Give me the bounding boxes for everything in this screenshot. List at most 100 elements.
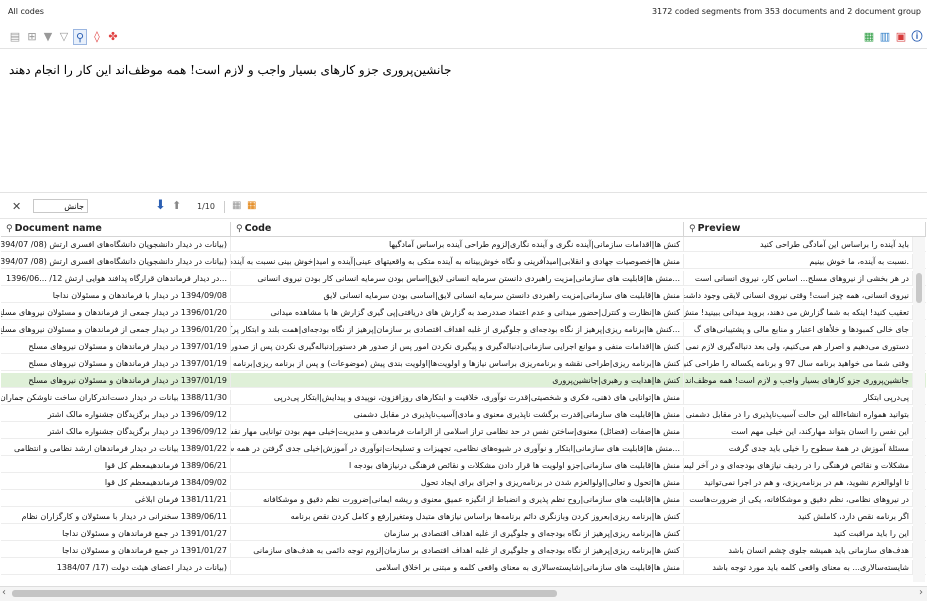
toolbar: ▤ ⊞ ▼ ▽ ⚲ ◊ ✤ ▦ ▥ ▣ ⓘ	[0, 26, 927, 48]
code-cell: کنش ها|برنامه ریزی|پرهیز از نگاه بودجه‌ا…	[231, 526, 684, 541]
table-row[interactable]: 1389/06/11 سخنرانی در دیدار با مسئولان و…	[1, 509, 926, 524]
preview-cell: هدف‌های سازمانی باید همیشه جلوی چشم انسا…	[684, 543, 913, 558]
color-code-icon[interactable]: ◊	[91, 29, 103, 43]
code-cell: منش ها|توانایی های ذهنی، فکری و شخصیتی|ق…	[231, 390, 684, 405]
code-cell: منش ها|تحول و تعالی|اولوالعزم شدن در برن…	[231, 475, 684, 490]
table-row[interactable]: 1396/09/12 در دیدار برگزیدگان جشنواره ما…	[1, 407, 926, 422]
weight-icon[interactable]: ✤	[107, 29, 119, 43]
code-cell: کنش ها|نظارت و کنترل|حضور میدانی و عدم ا…	[231, 305, 684, 320]
document-name-cell: (بیانات در دیدار اعضای هیئت دولت (17/ 13…	[1, 560, 231, 575]
document-name-cell: 1397/01/19 در دیدار فرماندهان و مسئولان …	[1, 339, 231, 354]
table-row[interactable]: 1391/01/27 در جمع فرماندهان و مسئولان ند…	[1, 543, 926, 558]
document-name-cell: 1388/11/30 بیانات در دیدار دست‌اندرکاران…	[1, 390, 231, 405]
table-header: ⚲ Document name ⚲ Code ⚲ Preview	[1, 222, 926, 237]
segment-stats: 3172 coded segments from 353 documents a…	[651, 7, 921, 16]
word-export-icon[interactable]: ▥	[879, 29, 891, 43]
code-cell: کنش ها|هدایت و رهبری|جانشین‌پروری	[231, 373, 684, 388]
code-cell: ...کنش ها|برنامه ریزی|پرهیز از نگاه بودج…	[231, 322, 684, 337]
code-cell: کنش ها|برنامه ریزی|طراحی نقشه و برنامه‌ر…	[231, 356, 684, 371]
document-name-cell: 1389/06/11 سخنرانی در دیدار با مسئولان و…	[1, 509, 231, 524]
search-toggle-icon[interactable]: ⚲	[73, 29, 87, 45]
vertical-scroll-thumb[interactable]	[916, 273, 922, 303]
table-row[interactable]: 1388/11/30 بیانات در دیدار دست‌اندرکاران…	[1, 390, 926, 405]
code-cell: کنش ها|اقدامات سازمانی|آینده نگری و آیند…	[231, 237, 684, 252]
pdf-export-icon[interactable]: ▣	[895, 29, 907, 43]
document-name-cell: 1396/09/12 در دیدار برگزیدگان جشنواره ما…	[1, 424, 231, 439]
preview-cell: در هر بخشی از نیروهای مسلح... اساس کار، …	[684, 271, 913, 286]
document-name-cell: 1397/01/19 در دیدار فرماندهان و مسئولان …	[1, 356, 231, 371]
preview-cell: در نیروهای نظامی، نظم دقیق و موشکافانه، …	[684, 492, 913, 507]
search-input[interactable]	[33, 199, 88, 213]
code-cell: کنش ها|برنامه ریزی|بعروز کردن وبازنگری د…	[231, 509, 684, 524]
preview-cell: این نفس را انسان بتواند مهارکند، این خیل…	[684, 424, 913, 439]
table-row[interactable]: 1397/01/19 در دیدار فرماندهان و مسئولان …	[1, 339, 926, 354]
table-row[interactable]: 1384/09/02 فرماندهیمعظم کل قوا منش ها|تحو…	[1, 475, 926, 490]
code-cell: ...منش ها|قابلیت های سازمانی|ابتکار و نو…	[231, 441, 684, 456]
tag-icon[interactable]: ⊞	[26, 29, 38, 43]
table-row[interactable]: 1381/11/21 فرمان ابلاغی منش ها|قابلیت های…	[1, 492, 926, 507]
document-icon[interactable]: ▤	[9, 29, 21, 43]
document-name-cell: ...در دیدار فرماندهان قرارگاه پدافند هوا…	[1, 271, 231, 286]
code-cell: منش ها|قابلیت های سازمانی|روح نظم پذیری …	[231, 492, 684, 507]
preview-cell: مشکلات و نقائص فرهنگی را در ردیف نیازهای…	[684, 458, 913, 473]
table-row[interactable]: (بیانات در دیدار دانشجویان دانشگاه‌های ا…	[1, 254, 926, 269]
document-name-cell: 1397/01/19 در دیدار فرماندهان و مسئولان …	[1, 373, 231, 388]
code-column-icon: ⚲	[236, 224, 243, 234]
table-row[interactable]: 1396/09/12 در دیدار برگزیدگان جشنواره ما…	[1, 424, 926, 439]
preview-cell: جای خالی کمبودها و خلأهای اعتبار و منابع…	[684, 322, 913, 337]
table-row[interactable]: 1396/01/20 در دیدار جمعی از فرماندهان و …	[1, 305, 926, 320]
filter-settings-icon[interactable]: ▽	[58, 29, 70, 43]
vertical-scrollbar[interactable]	[913, 237, 925, 582]
preview-cell: مسئلهٔ آموزش در همهٔ سطوح را خیلی باید ج…	[684, 441, 913, 456]
document-name-cell: 1389/06/21 فرماندهیمعظم کل قوا	[1, 458, 231, 473]
document-name-cell: (بیانات در دیدار دانشجویان دانشگاه‌های ا…	[1, 254, 231, 269]
code-cell: منش ها|صفات (فضائل) معنوی|ساختن نفس در ح…	[231, 424, 684, 439]
column-header-code[interactable]: ⚲ Code	[231, 222, 684, 236]
code-cell: کنش ها|برنامه ریزی|پرهیز از نگاه بودجه‌ا…	[231, 543, 684, 558]
scroll-right-icon[interactable]: ›	[919, 587, 923, 598]
excel-export-icon[interactable]: ▦	[863, 29, 875, 43]
previous-result-arrow-icon[interactable]: ⬆	[172, 199, 181, 212]
preview-cell: وقتی شما می خواهید برنامه سال 97 و برنام…	[684, 356, 913, 371]
preview-cell: تعقیب کنید! اینکه به شما گزارش می دهند، …	[684, 305, 913, 320]
document-name-cell: (بیانات در دیدار دانشجویان دانشگاه‌های ا…	[1, 237, 231, 252]
table-row[interactable]: 1397/01/19 در دیدار فرماندهان و مسئولان …	[1, 373, 926, 388]
table-row[interactable]: 1389/01/22 بیانات در دیدار فرماندهان ارش…	[1, 441, 926, 456]
preview-column-icon: ⚲	[689, 224, 696, 234]
document-name-cell: 1396/09/12 در دیدار برگزیدگان جشنواره ما…	[1, 407, 231, 422]
column-header-preview[interactable]: ⚲ Preview	[684, 222, 926, 236]
filter-icon[interactable]: ▼	[42, 29, 54, 43]
horizontal-scroll-thumb[interactable]	[12, 590, 557, 597]
document-name-cell: 1384/09/02 فرماندهیمعظم کل قوا	[1, 475, 231, 490]
divider	[224, 201, 225, 213]
code-cell: منش ها|خصوصیات جهادی و انقلابی|امیدآفرین…	[231, 254, 684, 269]
segment-preview-text: جانشین‌پروری جزو کارهای بسیار واجب و لاز…	[9, 63, 452, 77]
close-search-icon[interactable]: ✕	[12, 200, 21, 213]
columns-icon[interactable]: ▦	[232, 200, 241, 211]
preview-cell: شایسته‌سالاری... به معنای واقعی کلمه بای…	[684, 560, 913, 575]
result-counter: 1/10	[197, 202, 215, 211]
preview-cell: بتوانید همواره انشاءالله این حالت آسیب‌ن…	[684, 407, 913, 422]
code-cell: منش ها|قابلیت های سازمانی|مزیت راهبردی د…	[231, 288, 684, 303]
search-bar: ✕ ⚲ ⬇ ⬆ 1/10 ▦ ▦	[0, 196, 927, 219]
table-row[interactable]: 1389/06/21 فرماندهیمعظم کل قوا منش ها|قاب…	[1, 458, 926, 473]
table-row[interactable]: 1391/01/27 در جمع فرماندهان و مسئولان ند…	[1, 526, 926, 541]
table-row[interactable]: (بیانات در دیدار اعضای هیئت دولت (17/ 13…	[1, 560, 926, 575]
preview-cell: .نسبت به آینده، ما خوش بینیم	[684, 254, 913, 269]
table-options-icon[interactable]: ▦	[247, 200, 256, 211]
scroll-left-icon[interactable]: ‹	[2, 587, 6, 598]
preview-cell: این را باید مراقبت کنید	[684, 526, 913, 541]
window-title: All codes	[8, 7, 44, 16]
table-row[interactable]: 1396/01/20 در دیدار جمعی از فرماندهان و …	[1, 322, 926, 337]
table-row[interactable]: ...در دیدار فرماندهان قرارگاه پدافند هوا…	[1, 271, 926, 286]
table-row[interactable]: 1394/09/08 در دیدار با فرماندهان و مسئول…	[1, 288, 926, 303]
column-header-document[interactable]: ⚲ Document name	[1, 222, 231, 236]
document-name-cell: 1391/01/27 در جمع فرماندهان و مسئولان ند…	[1, 526, 231, 541]
horizontal-scrollbar[interactable]: ‹ ›	[0, 586, 927, 601]
next-result-arrow-icon[interactable]: ⬇	[155, 198, 166, 213]
table-row[interactable]: (بیانات در دیدار دانشجویان دانشگاه‌های ا…	[1, 237, 926, 252]
table-row[interactable]: 1397/01/19 در دیدار فرماندهان و مسئولان …	[1, 356, 926, 371]
info-icon[interactable]: ⓘ	[911, 29, 923, 43]
preview-cell: نیروی انسانی، همه چیز است! وقتی نیروی ان…	[684, 288, 913, 303]
document-name-cell: 1396/01/20 در دیدار جمعی از فرماندهان و …	[1, 322, 231, 337]
